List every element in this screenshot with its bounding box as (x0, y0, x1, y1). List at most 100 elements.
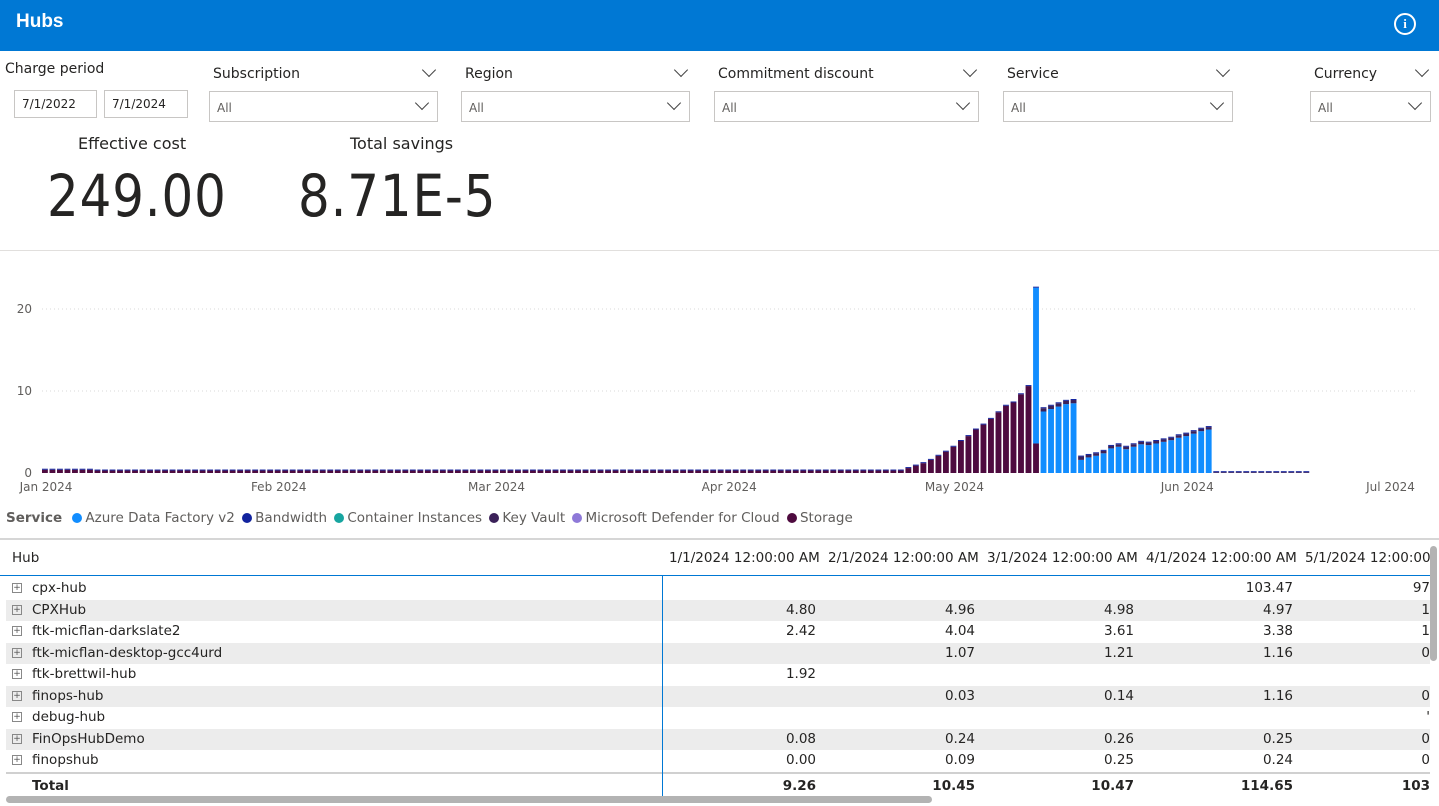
bar-segment[interactable] (635, 470, 642, 473)
bar-segment[interactable] (732, 470, 739, 473)
bar-segment[interactable] (1063, 400, 1069, 405)
bar-segment[interactable] (424, 470, 431, 473)
bar-segment[interactable] (469, 470, 476, 473)
column-header-date[interactable]: 1/1/2024 12:00:00 AM (669, 550, 820, 566)
bar-segment[interactable] (462, 470, 469, 473)
bar-segment[interactable] (244, 470, 251, 473)
bar-segment[interactable] (830, 470, 837, 473)
bar-segment[interactable] (1063, 404, 1069, 473)
bar-segment[interactable] (1040, 411, 1047, 474)
vertical-scrollbar[interactable] (1430, 546, 1437, 661)
table-row[interactable]: + cpx-hub 103.47 97 (6, 578, 1430, 600)
bar-segment[interactable] (1168, 437, 1175, 441)
bar-segment[interactable] (1100, 450, 1107, 454)
bar-segment[interactable] (627, 470, 634, 473)
bar-segment[interactable] (87, 469, 93, 473)
legend-item-container-instances[interactable]: Container Instances (334, 510, 482, 526)
bar-segment[interactable] (1108, 448, 1115, 473)
bar-segment[interactable] (372, 470, 379, 473)
bar-segment[interactable] (334, 470, 341, 473)
bar-segment[interactable] (740, 470, 747, 473)
bar-segment[interactable] (492, 470, 499, 473)
bar-segment[interactable] (1265, 472, 1272, 473)
bar-segment[interactable] (117, 470, 123, 473)
bar-segment[interactable] (177, 470, 184, 473)
bar-segment[interactable] (507, 470, 514, 473)
bar-segment[interactable] (612, 470, 619, 473)
expand-icon[interactable]: + (12, 755, 22, 765)
commitment-discount-collapse-chevron-icon[interactable] (962, 62, 978, 78)
bar-segment[interactable] (860, 470, 867, 473)
bar-segment[interactable] (852, 470, 859, 473)
bar-segment[interactable] (1160, 441, 1167, 473)
bar-segment[interactable] (762, 470, 769, 473)
bar-segment[interactable] (1153, 441, 1160, 444)
bar-segment[interactable] (1123, 446, 1130, 450)
bar-segment[interactable] (1025, 386, 1032, 473)
bar-segment[interactable] (575, 470, 581, 473)
bar-segment[interactable] (1145, 445, 1152, 473)
bar-segment[interactable] (1153, 443, 1160, 473)
bar-segment[interactable] (109, 470, 116, 473)
bar-segment[interactable] (950, 446, 957, 473)
column-header-date[interactable]: 3/1/2024 12:00:00 AM (987, 550, 1138, 566)
horizontal-scrollbar[interactable] (6, 796, 932, 803)
region-dropdown[interactable]: All (461, 91, 690, 122)
legend-item-bandwidth[interactable]: Bandwidth (242, 510, 327, 526)
bar-segment[interactable] (980, 424, 987, 473)
bar-segment[interactable] (567, 470, 574, 473)
bar-segment[interactable] (605, 470, 611, 473)
bar-segment[interactable] (1033, 287, 1039, 444)
table-row[interactable]: + finops-hub 0.03 0.14 1.16 0 (6, 685, 1430, 707)
bar-segment[interactable] (274, 470, 281, 473)
expand-icon[interactable]: + (12, 626, 22, 636)
bar-segment[interactable] (1213, 472, 1220, 473)
bar-segment[interactable] (72, 469, 78, 473)
bar-segment[interactable] (867, 470, 874, 473)
bar-segment[interactable] (1205, 429, 1212, 473)
bar-segment[interactable] (184, 470, 191, 473)
bar-segment[interactable] (64, 469, 71, 473)
table-row[interactable]: + FinOpsHubDemo 0.08 0.24 0.26 0.25 0 (6, 728, 1430, 750)
bar-segment[interactable] (785, 470, 792, 473)
bar-segment[interactable] (454, 470, 461, 473)
bar-segment[interactable] (515, 470, 521, 473)
bar-segment[interactable] (1093, 453, 1100, 456)
bar-segment[interactable] (537, 470, 544, 473)
bar-segment[interactable] (1115, 446, 1122, 473)
bar-segment[interactable] (199, 470, 206, 473)
bar-segment[interactable] (222, 470, 229, 473)
bar-segment[interactable] (282, 470, 289, 473)
bar-segment[interactable] (169, 470, 176, 473)
bar-segment[interactable] (379, 470, 386, 473)
bar-segment[interactable] (890, 470, 897, 473)
bar-segment[interactable] (484, 470, 491, 473)
bar-segment[interactable] (927, 459, 934, 473)
bar-segment[interactable] (297, 470, 304, 473)
expand-icon[interactable]: + (12, 669, 22, 679)
bar-segment[interactable] (207, 470, 214, 473)
bar-segment[interactable] (725, 470, 732, 473)
bar-segment[interactable] (387, 470, 394, 473)
bar-segment[interactable] (1085, 457, 1092, 473)
bar-segment[interactable] (364, 470, 371, 473)
bar-segment[interactable] (1273, 472, 1280, 473)
bar-segment[interactable] (124, 470, 131, 473)
bar-segment[interactable] (935, 455, 942, 473)
bar-segment[interactable] (229, 470, 236, 473)
bar-segment[interactable] (665, 470, 672, 473)
bar-segment[interactable] (162, 470, 168, 473)
bar-segment[interactable] (1010, 402, 1017, 473)
expand-icon[interactable]: + (12, 733, 22, 744)
bar-segment[interactable] (1018, 394, 1024, 473)
bar-segment[interactable] (147, 470, 153, 473)
bar-segment[interactable] (590, 470, 596, 473)
expand-icon[interactable]: + (12, 647, 22, 658)
bar-segment[interactable] (1205, 427, 1212, 430)
currency-collapse-chevron-icon[interactable] (1414, 62, 1430, 78)
bar-segment[interactable] (702, 470, 709, 473)
bar-segment[interactable] (1070, 400, 1077, 404)
expand-icon[interactable]: + (12, 583, 22, 593)
bar-segment[interactable] (1078, 459, 1084, 473)
bar-segment[interactable] (837, 470, 844, 473)
